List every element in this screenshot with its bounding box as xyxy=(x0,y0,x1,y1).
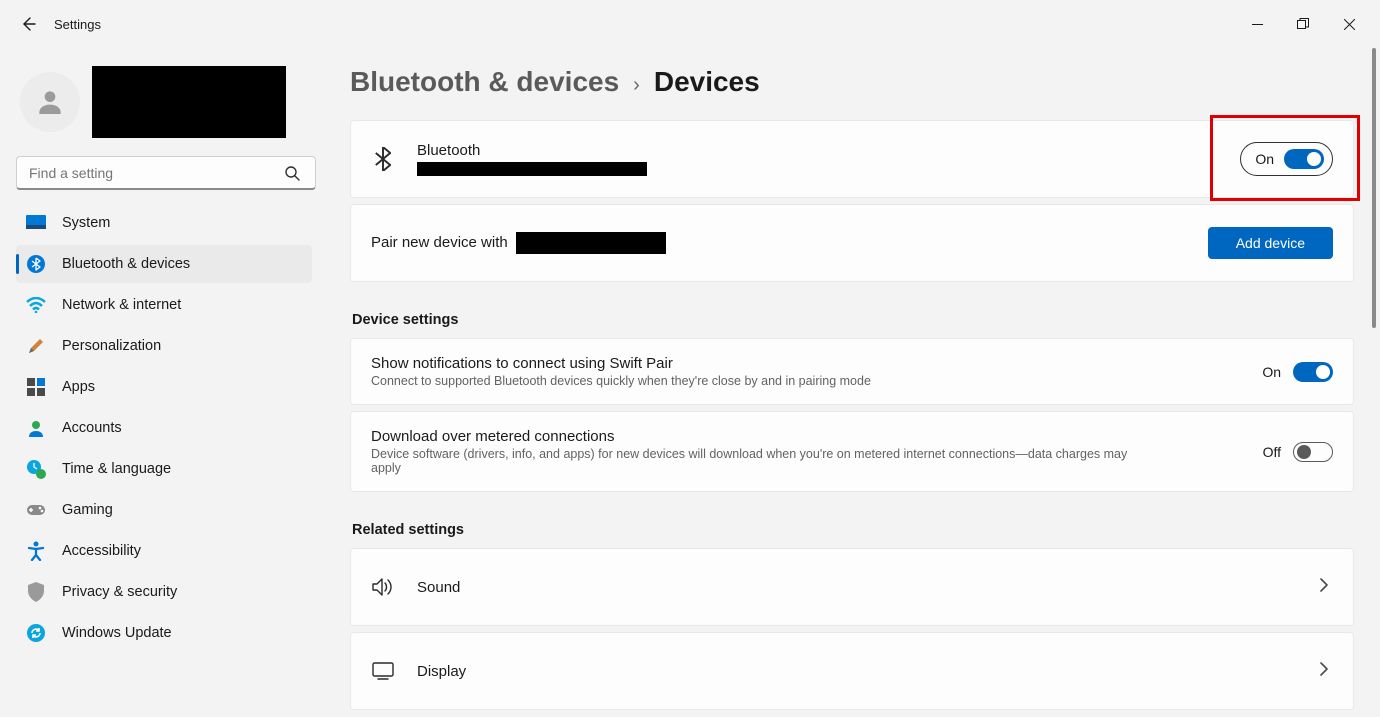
shield-icon xyxy=(26,582,46,602)
nav-label: Windows Update xyxy=(62,625,172,641)
bluetooth-card: Bluetooth On xyxy=(350,120,1354,198)
chevron-right-icon xyxy=(1315,662,1333,681)
section-device-settings: Device settings xyxy=(352,312,1354,328)
person-icon xyxy=(34,86,66,118)
search-field-wrap xyxy=(16,156,312,190)
nav-label: System xyxy=(62,215,110,231)
update-icon xyxy=(26,623,46,643)
swift-pair-title: Show notifications to connect using Swif… xyxy=(371,355,871,372)
breadcrumb-current: Devices xyxy=(654,66,760,98)
paintbrush-icon xyxy=(26,336,46,356)
nav-label: Time & language xyxy=(62,461,171,477)
swift-pair-toggle-label: On xyxy=(1262,364,1281,380)
chevron-right-icon xyxy=(1315,578,1333,597)
maximize-icon xyxy=(1297,18,1309,30)
metered-desc: Device software (drivers, info, and apps… xyxy=(371,447,1141,475)
user-name-redacted xyxy=(92,66,286,138)
bluetooth-toggle-label: On xyxy=(1255,151,1274,167)
metered-toggle[interactable] xyxy=(1293,442,1333,462)
nav-apps[interactable]: Apps xyxy=(16,368,312,406)
content: Bluetooth & devices › Devices Bluetooth … xyxy=(320,48,1380,717)
nav-label: Personalization xyxy=(62,338,161,354)
swift-pair-desc: Connect to supported Bluetooth devices q… xyxy=(371,374,871,388)
pair-device-name-redacted xyxy=(516,232,666,254)
swift-pair-toggle[interactable] xyxy=(1293,362,1333,382)
sidebar: System Bluetooth & devices Network & int… xyxy=(0,48,320,717)
nav-windows-update[interactable]: Windows Update xyxy=(16,614,312,652)
nav-system[interactable]: System xyxy=(16,204,312,242)
search-icon xyxy=(284,165,300,181)
bluetooth-toggle[interactable] xyxy=(1284,149,1324,169)
back-arrow-icon xyxy=(20,16,36,32)
bluetooth-toggle-container[interactable]: On xyxy=(1240,142,1333,176)
gamepad-icon xyxy=(26,500,46,520)
pair-card: Pair new device with Add device xyxy=(350,204,1354,282)
nav-label: Gaming xyxy=(62,502,113,518)
metered-toggle-label: Off xyxy=(1263,444,1281,460)
section-related-settings: Related settings xyxy=(352,522,1354,538)
sound-label: Sound xyxy=(417,579,460,596)
nav-accessibility[interactable]: Accessibility xyxy=(16,532,312,570)
accessibility-icon xyxy=(26,541,46,561)
bluetooth-icon xyxy=(26,254,46,274)
apps-icon xyxy=(26,377,46,397)
metered-card: Download over metered connections Device… xyxy=(350,411,1354,492)
nav-privacy-security[interactable]: Privacy & security xyxy=(16,573,312,611)
sound-link-card[interactable]: Sound xyxy=(350,548,1354,626)
sound-icon xyxy=(371,577,395,597)
breadcrumb-parent[interactable]: Bluetooth & devices xyxy=(350,66,619,98)
nav-network[interactable]: Network & internet xyxy=(16,286,312,324)
nav-label: Network & internet xyxy=(62,297,181,313)
wifi-icon xyxy=(26,295,46,315)
breadcrumb: Bluetooth & devices › Devices xyxy=(350,48,1354,120)
nav-time-language[interactable]: Time & language xyxy=(16,450,312,488)
nav-accounts[interactable]: Accounts xyxy=(16,409,312,447)
bluetooth-title: Bluetooth xyxy=(417,142,647,159)
maximize-button[interactable] xyxy=(1280,8,1326,40)
display-link-card[interactable]: Display xyxy=(350,632,1354,710)
nav-label: Apps xyxy=(62,379,95,395)
window-controls xyxy=(1234,8,1372,40)
close-button[interactable] xyxy=(1326,8,1372,40)
system-icon xyxy=(26,213,46,233)
titlebar: Settings xyxy=(0,0,1380,48)
bluetooth-subtitle-redacted xyxy=(417,162,647,176)
chevron-right-icon: › xyxy=(633,74,640,97)
nav-label: Privacy & security xyxy=(62,584,177,600)
display-label: Display xyxy=(417,663,466,680)
metered-title: Download over metered connections xyxy=(371,428,1141,445)
user-profile-row[interactable] xyxy=(16,56,316,156)
add-device-button[interactable]: Add device xyxy=(1208,227,1333,259)
nav-gaming[interactable]: Gaming xyxy=(16,491,312,529)
nav-personalization[interactable]: Personalization xyxy=(16,327,312,365)
nav-label: Accounts xyxy=(62,420,122,436)
search-input[interactable] xyxy=(16,156,316,190)
nav-label: Accessibility xyxy=(62,543,141,559)
accounts-icon xyxy=(26,418,46,438)
swift-pair-card: Show notifications to connect using Swif… xyxy=(350,338,1354,405)
minimize-icon xyxy=(1252,19,1263,30)
window-title: Settings xyxy=(54,17,101,32)
close-icon xyxy=(1344,19,1355,30)
back-button[interactable] xyxy=(8,4,48,44)
bluetooth-icon xyxy=(371,147,395,171)
nav: System Bluetooth & devices Network & int… xyxy=(16,204,316,652)
scrollbar-thumb[interactable] xyxy=(1372,48,1376,328)
display-icon xyxy=(371,662,395,680)
pair-text: Pair new device with xyxy=(371,232,666,254)
scrollbar[interactable] xyxy=(1372,48,1376,717)
nav-bluetooth-devices[interactable]: Bluetooth & devices xyxy=(16,245,312,283)
nav-label: Bluetooth & devices xyxy=(62,256,190,272)
clock-globe-icon xyxy=(26,459,46,479)
minimize-button[interactable] xyxy=(1234,8,1280,40)
avatar xyxy=(20,72,80,132)
